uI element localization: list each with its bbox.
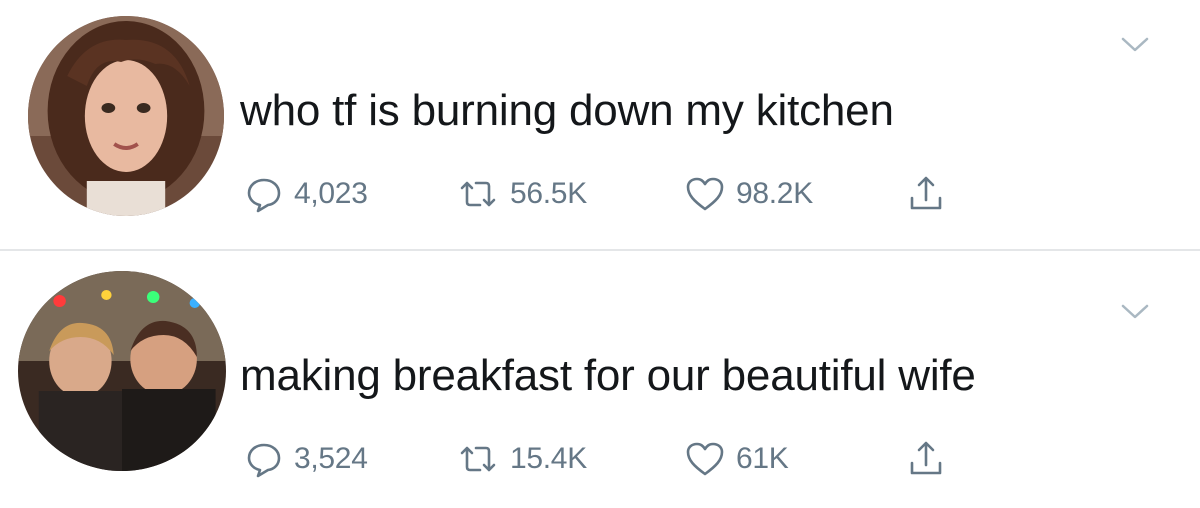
tweet-text: making breakfast for our beautiful wife <box>240 351 976 400</box>
tweet-text: who tf is burning down my kitchen <box>240 86 894 135</box>
reply-icon <box>247 443 281 478</box>
retweet-count: 56.5K <box>510 177 587 210</box>
share-icon <box>910 176 942 210</box>
reply-count: 4,023 <box>294 177 368 210</box>
reply-button[interactable]: 3,524 <box>244 437 368 481</box>
chevron-down-icon[interactable] <box>1120 303 1150 321</box>
like-icon <box>686 177 724 211</box>
tweet[interactable]: making breakfast for our beautiful wife … <box>0 251 1200 508</box>
retweet-icon <box>460 181 496 207</box>
reply-button[interactable]: 4,023 <box>244 172 368 216</box>
retweet-count: 15.4K <box>510 442 587 475</box>
like-count: 98.2K <box>736 177 813 210</box>
reply-count: 3,524 <box>294 442 368 475</box>
share-button[interactable] <box>906 437 946 481</box>
share-icon <box>910 441 942 475</box>
chevron-down-icon[interactable] <box>1120 36 1150 54</box>
reply-icon <box>247 178 281 213</box>
like-button[interactable]: 98.2K <box>684 172 813 216</box>
like-count: 61K <box>736 442 789 475</box>
tweet[interactable]: who tf is burning down my kitchen 4,023 … <box>0 0 1200 250</box>
retweet-icon <box>460 446 496 472</box>
avatar[interactable] <box>18 271 226 471</box>
like-icon <box>686 442 724 476</box>
retweet-button[interactable]: 56.5K <box>456 172 587 216</box>
avatar[interactable] <box>28 16 224 216</box>
share-button[interactable] <box>906 172 946 216</box>
retweet-button[interactable]: 15.4K <box>456 437 587 481</box>
like-button[interactable]: 61K <box>684 437 789 481</box>
